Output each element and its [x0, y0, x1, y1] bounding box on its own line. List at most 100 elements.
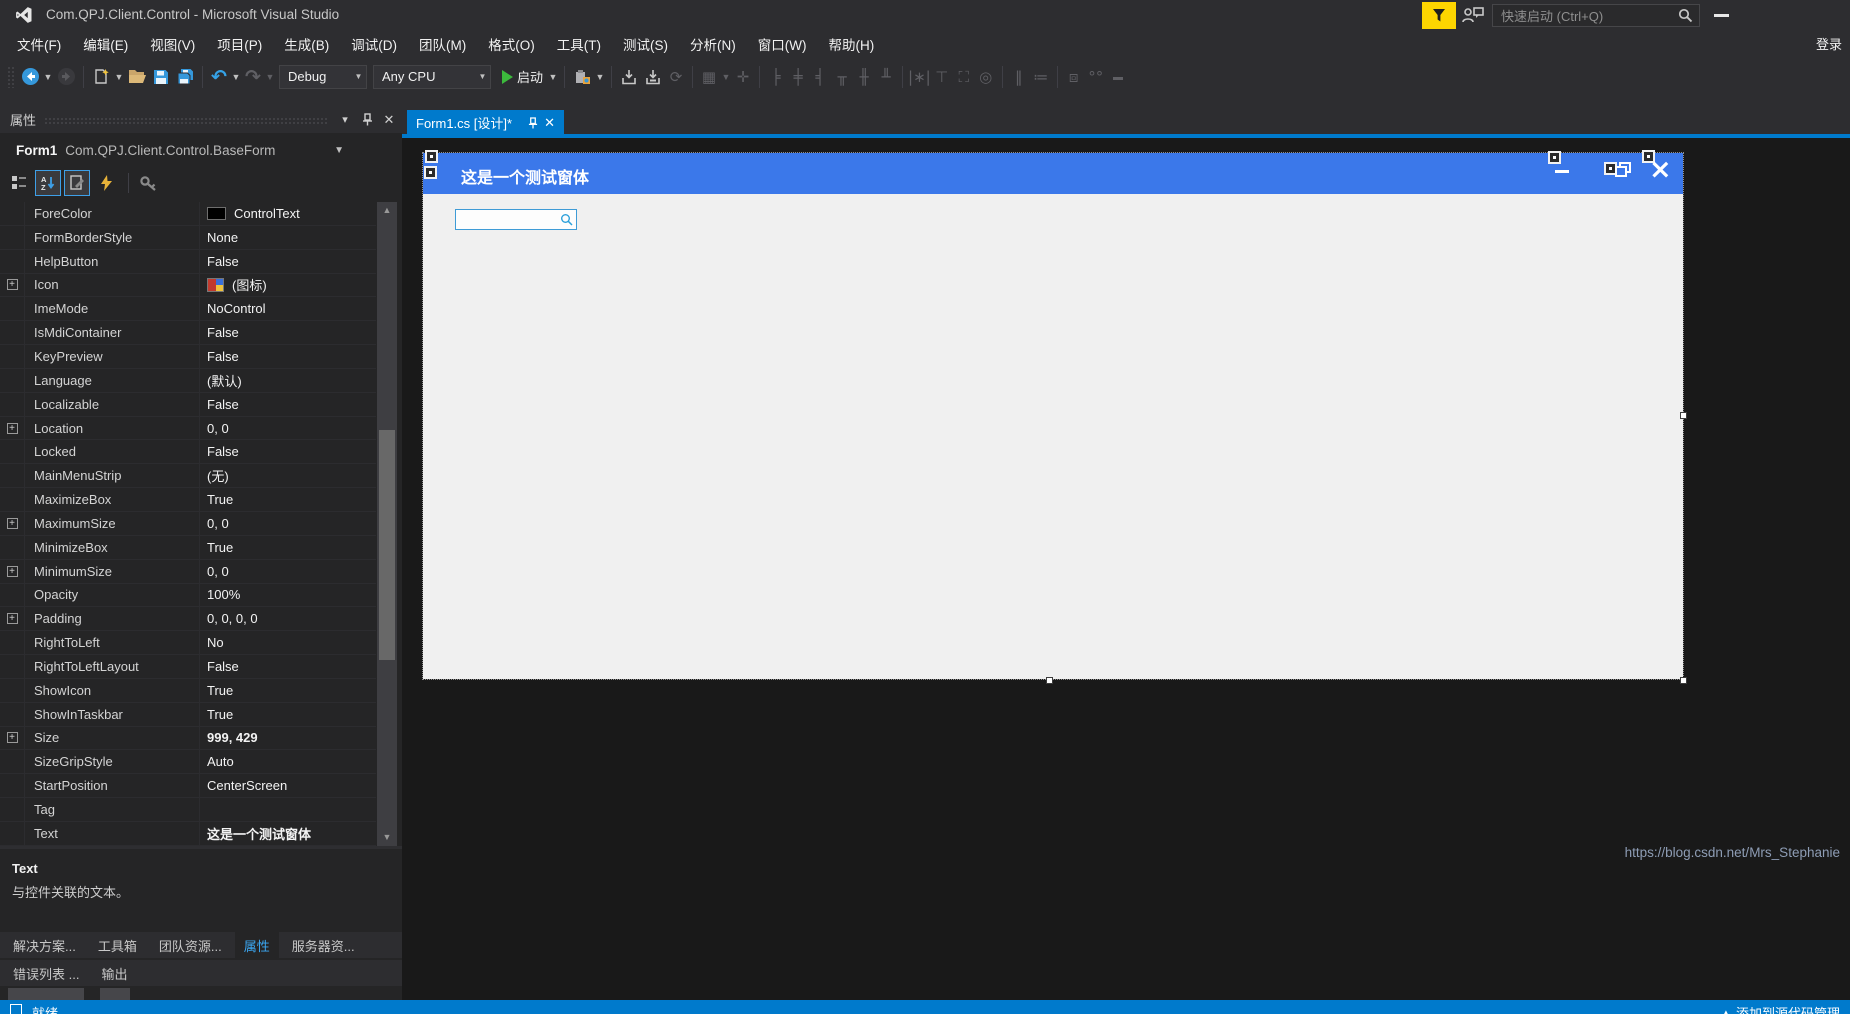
property-name[interactable]: HelpButton	[25, 250, 200, 273]
new-item-dropdown-icon[interactable]: ▼	[113, 72, 125, 82]
menu-item-2[interactable]: 视图(V)	[139, 30, 206, 58]
export-template-icon[interactable]	[617, 65, 641, 89]
property-value[interactable]: (默认)	[200, 369, 376, 392]
menu-item-0[interactable]: 文件(F)	[6, 30, 72, 58]
expand-icon[interactable]: +	[7, 279, 18, 290]
toolbar-options-overflow-icon[interactable]	[1113, 77, 1123, 80]
menu-item-1[interactable]: 编辑(E)	[72, 30, 139, 58]
save-icon[interactable]	[149, 65, 173, 89]
property-name[interactable]: Tag	[25, 798, 200, 821]
start-icon[interactable]	[502, 70, 513, 84]
menu-item-11[interactable]: 窗口(W)	[747, 30, 818, 58]
menu-item-4[interactable]: 生成(B)	[273, 30, 340, 58]
property-name[interactable]: ShowInTaskbar	[25, 703, 200, 726]
window-position-dropdown-icon[interactable]: ▾	[336, 111, 354, 129]
expand-icon[interactable]: +	[7, 518, 18, 529]
designer-canvas[interactable]: 这是一个测试窗体 ×	[402, 138, 1850, 1000]
undo-icon[interactable]: ↶	[208, 65, 230, 89]
property-name[interactable]: Size	[25, 727, 200, 750]
expand-icon[interactable]: +	[7, 566, 18, 577]
feedback-icon[interactable]	[1462, 5, 1484, 28]
alphabetical-icon[interactable]: AZ	[35, 170, 61, 196]
menu-item-8[interactable]: 工具(T)	[546, 30, 612, 58]
property-name[interactable]: RightToLeftLayout	[25, 655, 200, 678]
property-name[interactable]: MaximizeBox	[25, 488, 200, 511]
debug-config-combo-dropdown-icon[interactable]: ▼	[350, 72, 366, 81]
property-name[interactable]: ImeMode	[25, 297, 200, 320]
expand-icon[interactable]: +	[7, 732, 18, 743]
resize-handle-corner[interactable]	[1680, 677, 1687, 684]
property-name[interactable]: Locked	[25, 440, 200, 463]
start-label[interactable]: 启动	[517, 67, 543, 86]
designer-glyph-icon[interactable]	[425, 150, 438, 163]
toolbar-grip[interactable]	[7, 66, 15, 88]
property-value[interactable]: ControlText	[200, 202, 376, 225]
tab-pin-icon[interactable]	[528, 117, 538, 129]
property-value[interactable]: 0, 0	[200, 560, 376, 583]
resize-handle-right[interactable]	[1680, 412, 1687, 419]
menu-item-3[interactable]: 项目(P)	[206, 30, 273, 58]
sign-in-link[interactable]: 登录	[1816, 34, 1842, 53]
back-icon[interactable]	[18, 65, 42, 89]
property-value[interactable]: No	[200, 631, 376, 654]
designer-glyph-icon[interactable]	[1548, 151, 1561, 164]
properties-header[interactable]: 属性 ▾ ✕	[0, 106, 402, 133]
panel-tab-0[interactable]: 错误列表 ...	[4, 960, 88, 987]
menu-item-12[interactable]: 帮助(H)	[817, 30, 885, 58]
dock-tab-0[interactable]: 解决方案...	[4, 932, 85, 959]
back-dropdown-icon[interactable]: ▼	[42, 72, 54, 82]
properties-icon[interactable]	[64, 170, 90, 196]
property-name[interactable]: Localizable	[25, 393, 200, 416]
add-to-source-control-button[interactable]: ▲ 添加到源代码管理	[1720, 1003, 1840, 1014]
property-name[interactable]: MinimumSize	[25, 560, 200, 583]
property-value[interactable]: False	[200, 250, 376, 273]
property-value[interactable]: 0, 0	[200, 417, 376, 440]
panel-tab-1[interactable]: 输出	[92, 960, 136, 987]
save-all-icon[interactable]	[173, 65, 197, 89]
property-value[interactable]: CenterScreen	[200, 774, 376, 797]
toolbar-overflow-icon[interactable]: ▼	[594, 72, 606, 82]
property-name[interactable]: SizeGripStyle	[25, 750, 200, 773]
platform-combo[interactable]: Any CPU▼	[373, 65, 491, 89]
menu-item-7[interactable]: 格式(O)	[477, 30, 546, 58]
start-dropdown-icon[interactable]: ▼	[547, 72, 559, 82]
notifications-filter-button[interactable]	[1422, 2, 1456, 29]
property-value[interactable]: False	[200, 345, 376, 368]
new-item-icon[interactable]	[89, 65, 113, 89]
property-value[interactable]: 0, 0, 0, 0	[200, 607, 376, 630]
import-template-icon[interactable]	[641, 65, 665, 89]
dock-tab-1[interactable]: 工具箱	[89, 932, 146, 959]
property-value[interactable]: False	[200, 321, 376, 344]
property-value[interactable]: None	[200, 226, 376, 249]
property-value[interactable]	[200, 798, 376, 821]
property-grid-scrollbar[interactable]: ▲ ▼	[377, 202, 397, 846]
property-name[interactable]: RightToLeft	[25, 631, 200, 654]
platform-combo-dropdown-icon[interactable]: ▼	[474, 72, 490, 81]
close-icon[interactable]: ✕	[380, 111, 398, 129]
categorized-icon[interactable]	[6, 170, 32, 196]
property-value[interactable]: False	[200, 393, 376, 416]
search-icon[interactable]	[1678, 8, 1693, 23]
menu-item-9[interactable]: 测试(S)	[612, 30, 679, 58]
form-client-area[interactable]	[423, 194, 1683, 679]
object-selector-combobox[interactable]: Form1 Com.QPJ.Client.Control.BaseForm ▼	[0, 138, 402, 163]
property-value[interactable]: 100%	[200, 584, 376, 607]
property-name[interactable]: ForeColor	[25, 202, 200, 225]
attach-icon[interactable]	[570, 65, 594, 89]
property-name[interactable]: Padding	[25, 607, 200, 630]
property-name[interactable]: KeyPreview	[25, 345, 200, 368]
form-minimize-button[interactable]	[1555, 170, 1569, 173]
expand-icon[interactable]: +	[7, 613, 18, 624]
property-value[interactable]: False	[200, 440, 376, 463]
property-value[interactable]: False	[200, 655, 376, 678]
property-name[interactable]: MaximumSize	[25, 512, 200, 535]
open-folder-icon[interactable]	[125, 65, 149, 89]
form-title-bar[interactable]: 这是一个测试窗体 ×	[423, 153, 1683, 194]
property-name[interactable]: Icon	[25, 274, 200, 297]
property-name[interactable]: StartPosition	[25, 774, 200, 797]
dock-tab-2[interactable]: 团队资源...	[150, 932, 231, 959]
property-value[interactable]: True	[200, 703, 376, 726]
property-value[interactable]: True	[200, 488, 376, 511]
form-restore-button[interactable]	[1615, 162, 1632, 181]
menu-item-5[interactable]: 调试(D)	[340, 30, 408, 58]
